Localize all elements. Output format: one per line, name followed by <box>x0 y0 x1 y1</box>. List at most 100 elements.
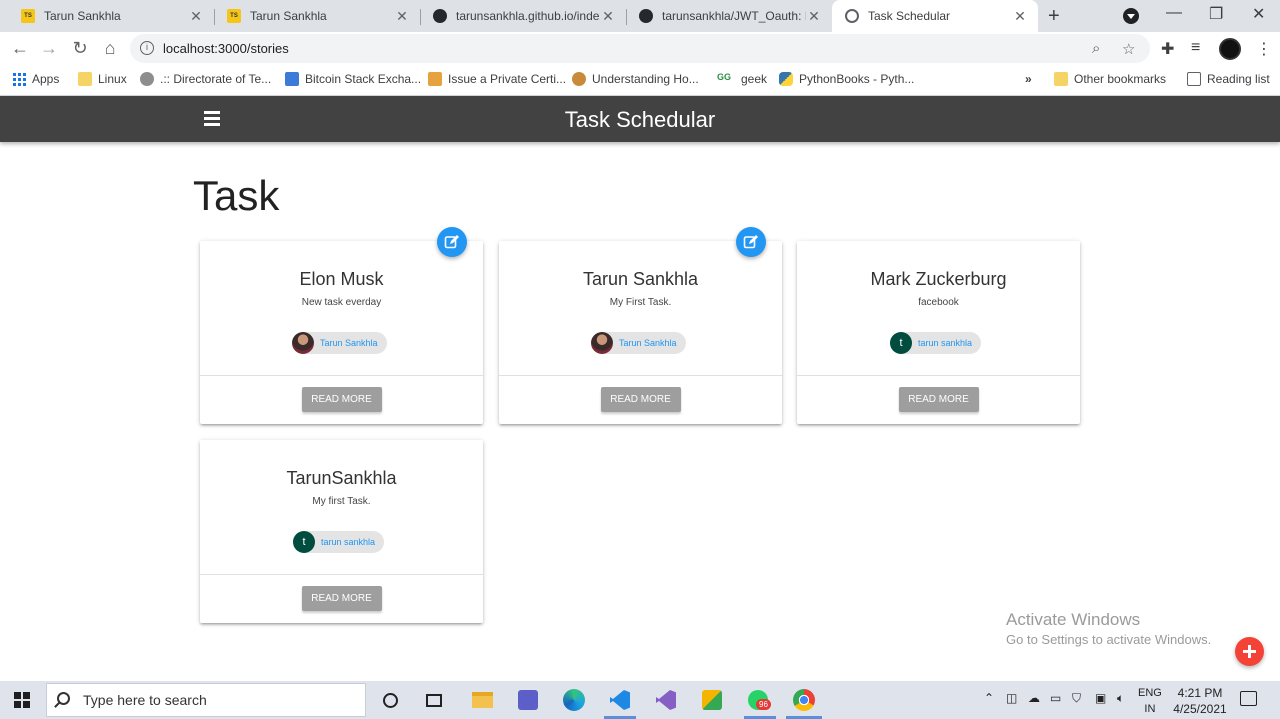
system-clock[interactable]: 4:21 PM 4/25/2021 <box>1170 685 1230 717</box>
bookmark-pythonbooks[interactable]: PythonBooks - Pyth... <box>779 72 914 86</box>
notification-center-icon[interactable] <box>1240 691 1257 706</box>
profile-avatar[interactable] <box>1219 38 1241 60</box>
read-more-button[interactable]: READ MORE <box>301 387 382 412</box>
address-bar[interactable]: i localhost:3000/stories ⌕ ☆ <box>130 34 1150 63</box>
close-icon[interactable]: ✕ <box>188 8 204 25</box>
bookmark-label: Reading list <box>1207 72 1270 86</box>
chrome-icon[interactable] <box>792 688 816 712</box>
bookmarks-overflow-button[interactable]: » <box>1025 72 1032 86</box>
forward-icon[interactable]: → <box>38 38 60 59</box>
browser-tab[interactable]: TS Tarun Sankhla ✕ <box>214 0 420 32</box>
card-divider <box>797 375 1080 376</box>
add-task-button[interactable] <box>1235 637 1264 666</box>
site-icon <box>572 72 586 86</box>
bookmark-label: .:: Directorate of Te... <box>160 72 272 86</box>
edit-button[interactable] <box>437 227 467 257</box>
vscode-icon[interactable] <box>608 688 632 712</box>
gfg-icon: GG <box>717 72 732 82</box>
task-card: Mark Zuckerburg facebook t tarun sankhla… <box>797 241 1080 424</box>
bookmark-certificate[interactable]: Issue a Private Certi... <box>428 72 566 86</box>
task-card: Tarun Sankhla My First Task. Tarun Sankh… <box>499 227 782 424</box>
read-more-button[interactable]: READ MORE <box>600 387 681 412</box>
task-card: Elon Musk New task everday Tarun Sankhla… <box>200 227 483 424</box>
ts-icon: TS <box>20 8 36 24</box>
browser-tab[interactable]: TS Tarun Sankhla ✕ <box>8 0 214 32</box>
bookmark-directorate[interactable]: .:: Directorate of Te... <box>140 72 271 86</box>
site-info-icon[interactable]: i <box>140 41 154 55</box>
teams-icon[interactable] <box>516 688 540 712</box>
reading-list-button[interactable]: Reading list <box>1187 72 1270 86</box>
browser-tab[interactable]: tarunsankhla.github.io/index.h ✕ <box>420 0 626 32</box>
home-icon[interactable]: ⌂ <box>99 38 121 59</box>
volume-icon[interactable]: 🔈︎ <box>1117 691 1124 706</box>
menu-icon[interactable]: ⋮ <box>1256 39 1272 59</box>
edge-icon[interactable] <box>562 688 586 712</box>
bookmark-other[interactable]: Other bookmarks <box>1054 72 1166 86</box>
onedrive-icon[interactable]: ☁ <box>1028 691 1040 705</box>
tab-search-icon[interactable] <box>1123 8 1139 24</box>
edit-icon <box>743 235 758 249</box>
search-icon <box>57 692 70 705</box>
bookmark-linux[interactable]: Linux <box>78 72 127 86</box>
bookmark-bitcoin[interactable]: Bitcoin Stack Excha... <box>285 72 421 86</box>
reload-icon[interactable]: ↻ <box>69 38 91 59</box>
file-explorer-icon[interactable] <box>470 688 494 712</box>
bookmark-understanding[interactable]: Understanding Ho... <box>572 72 699 86</box>
media-control-icon[interactable]: ≡ <box>1191 39 1200 57</box>
close-icon[interactable]: ✕ <box>600 8 616 25</box>
stackexchange-icon <box>285 72 299 86</box>
visual-studio-icon[interactable] <box>654 688 678 712</box>
tools-icon[interactable] <box>700 688 724 712</box>
close-icon[interactable]: ✕ <box>806 8 822 25</box>
bookmark-star-icon[interactable]: ☆ <box>1122 40 1135 58</box>
language-code: ENG <box>1138 687 1162 699</box>
user-chip[interactable]: t tarun sankhla <box>890 332 982 354</box>
user-chip[interactable]: Tarun Sankhla <box>591 332 686 354</box>
whatsapp-icon[interactable]: 96 <box>746 688 771 712</box>
minimize-icon[interactable]: — <box>1166 4 1182 22</box>
avatar <box>591 332 613 354</box>
avatar: t <box>293 531 315 553</box>
windows-start-icon[interactable] <box>14 692 30 708</box>
card-body: My First Task. <box>609 297 672 308</box>
language-indicator[interactable]: ENG IN <box>1138 685 1162 717</box>
extensions-icon[interactable]: ✚ <box>1161 39 1174 59</box>
watermark-subtitle: Go to Settings to activate Windows. <box>1006 632 1212 647</box>
folder-icon <box>78 72 92 86</box>
url-text[interactable]: localhost:3000/stories <box>163 41 289 56</box>
close-window-icon[interactable]: ✕ <box>1252 4 1265 24</box>
bookmark-label: geek <box>741 72 768 86</box>
task-view-icon[interactable] <box>422 688 446 712</box>
bookmarks-bar: Apps Linux .:: Directorate of Te... Bitc… <box>0 65 1280 96</box>
new-tab-button[interactable]: + <box>1048 5 1060 28</box>
show-hidden-icons[interactable]: ⌃ <box>984 691 994 705</box>
restore-icon[interactable]: ❐ <box>1209 4 1223 24</box>
battery-icon[interactable]: ▭ <box>1050 691 1061 705</box>
zoom-icon[interactable]: ⌕ <box>1092 40 1100 57</box>
network-icon[interactable]: ▣ <box>1095 691 1106 705</box>
cortana-icon[interactable] <box>378 688 402 712</box>
browser-tab[interactable]: tarunsankhla/JWT_Oauth: I w ✕ <box>626 0 832 32</box>
read-more-button[interactable]: READ MORE <box>898 387 979 412</box>
tab-title: Tarun Sankhla <box>44 9 121 23</box>
read-more-button[interactable]: READ MORE <box>301 586 382 611</box>
user-chip[interactable]: Tarun Sankhla <box>292 332 387 354</box>
card-divider <box>200 375 483 376</box>
edit-button[interactable] <box>736 227 766 257</box>
python-icon <box>779 72 793 86</box>
bookmark-geek[interactable]: GG geek <box>717 72 767 86</box>
close-icon[interactable]: ✕ <box>1012 8 1028 25</box>
card-title: TarunSankhla <box>286 468 397 488</box>
bookmark-label: Issue a Private Certi... <box>448 72 567 86</box>
meet-now-icon[interactable]: ◫ <box>1006 691 1017 705</box>
browser-tab-active[interactable]: Task Schedular ✕ <box>832 0 1038 32</box>
bookmark-apps[interactable]: Apps <box>13 72 59 86</box>
windows-taskbar: Type here to search 96 ⌃ ◫ ☁ ▭ ⛉ ▣ 🔈︎ EN… <box>0 681 1280 719</box>
taskbar-search-input[interactable]: Type here to search <box>46 683 366 717</box>
security-icon[interactable]: ⛉ <box>1072 691 1081 706</box>
chip-label: tarun sankhla <box>918 338 973 348</box>
back-icon[interactable]: ← <box>9 38 31 59</box>
task-card: TarunSankhla My first Task. t tarun sank… <box>200 440 483 623</box>
close-icon[interactable]: ✕ <box>394 8 410 25</box>
user-chip[interactable]: t tarun sankhla <box>293 531 385 553</box>
